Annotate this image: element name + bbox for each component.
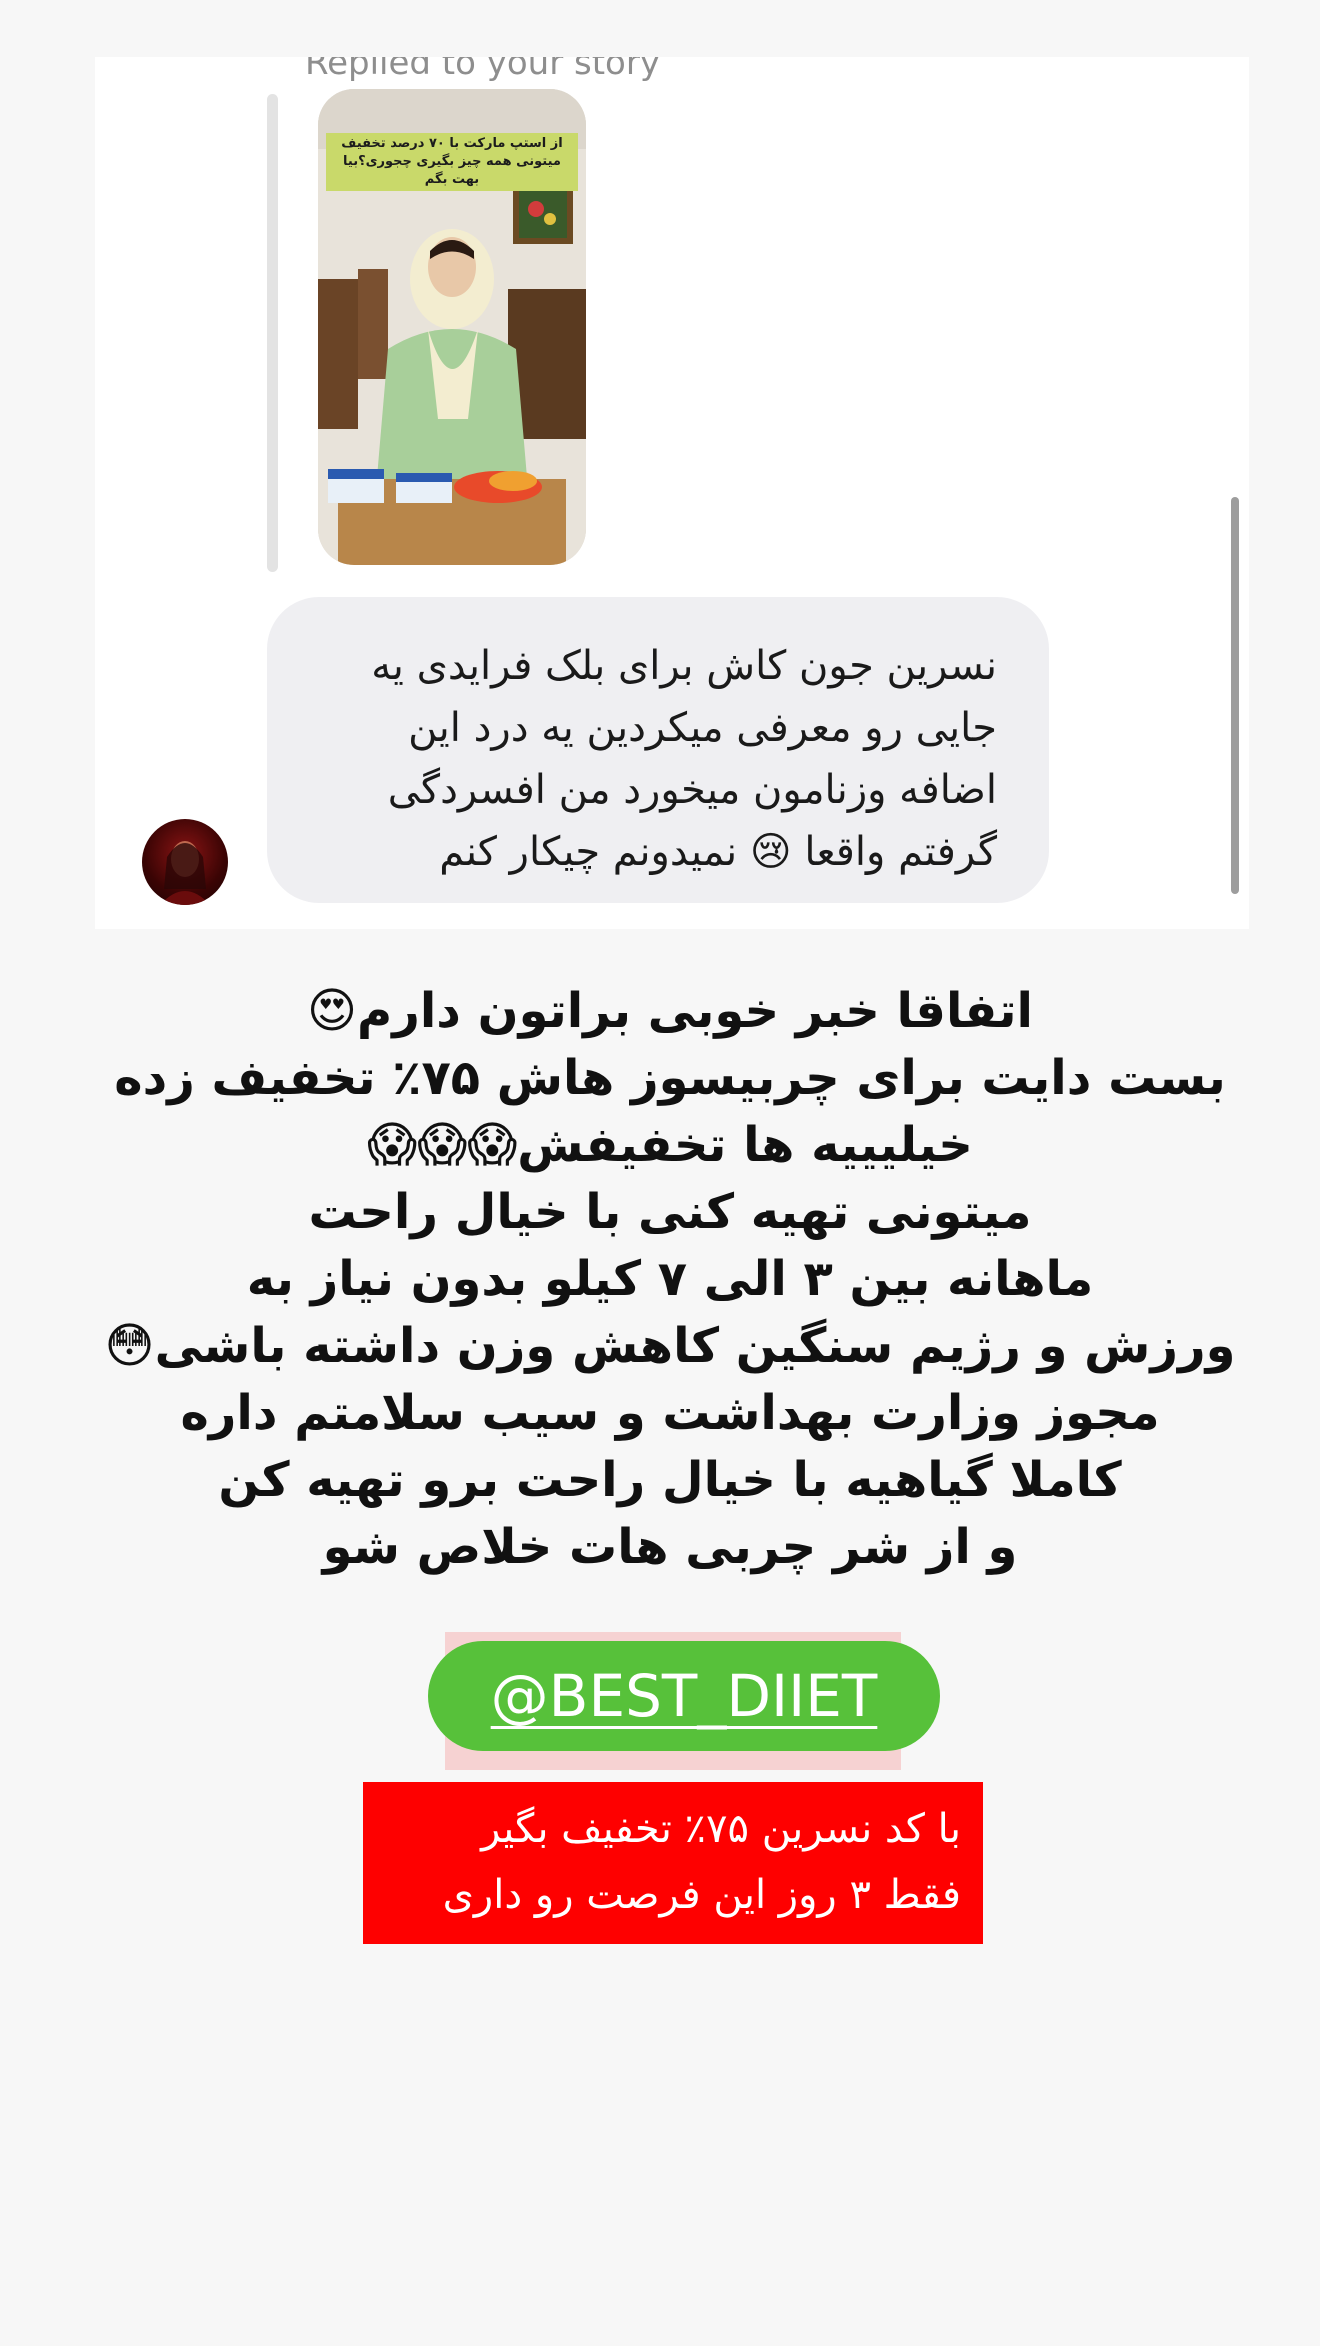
message-line: گرفتم واقعا 😢 نمیدونم چیکار کنم bbox=[439, 829, 997, 875]
story-thumbnail[interactable]: از استپ مارکت با ۷۰ درصد تخفیف میتونی هم… bbox=[318, 89, 586, 565]
story-page: Replied to your story از استپ مارکت با ۷… bbox=[0, 0, 1320, 2346]
promo-line: کاملا گیاهیه با خیال راحت برو تهیه کن bbox=[218, 1452, 1122, 1508]
discount-banner: با کد نسرین ۷۵٪ تخفیف بگیر فقط ۳ روز این… bbox=[363, 1782, 983, 1944]
message-line: اضافه وزنامون میخورد من افسردگی bbox=[387, 767, 997, 813]
mention-link-button[interactable]: @BEST_DIIET bbox=[428, 1641, 940, 1751]
replied-to-story-label: Replied to your story bbox=[305, 57, 660, 83]
message-line: جایی رو معرفی میکردین یه درد این bbox=[408, 705, 997, 751]
promo-line: میتونی تهیه کنی با خیال راحت bbox=[308, 1184, 1032, 1240]
scrollbar[interactable] bbox=[1231, 497, 1239, 894]
promo-line: ماهانه بین ۳ الی ۷ کیلو بدون نیاز به bbox=[246, 1251, 1094, 1307]
discount-line: با کد نسرین ۷۵٪ تخفیف بگیر bbox=[481, 1806, 961, 1852]
promo-line: مجوز وزارت بهداشت و سیب سلامتم داره bbox=[180, 1385, 1160, 1441]
dm-screenshot-card: Replied to your story از استپ مارکت با ۷… bbox=[95, 57, 1249, 929]
quote-bar bbox=[267, 94, 278, 572]
message-line: نسرین جون کاش برای بلک فرایدی یه bbox=[371, 643, 997, 689]
discount-line: فقط ۳ روز این فرصت رو داری bbox=[442, 1872, 961, 1918]
dm-message-bubble: نسرین جون کاش برای بلک فرایدی یه جایی رو… bbox=[267, 597, 1049, 903]
promo-line: ورزش و رژیم سنگین کاهش وزن داشته باشی😳 bbox=[104, 1318, 1236, 1374]
promo-text-block: اتفاقا خبر خوبی براتون دارم😍 بست دایت بر… bbox=[90, 978, 1250, 1581]
sender-avatar[interactable] bbox=[142, 819, 228, 905]
promo-line: بست دایت برای چربیسوز هاش ۷۵٪ تخفیف زده bbox=[114, 1050, 1226, 1106]
avatar-image bbox=[160, 841, 210, 905]
promo-line: خیلیییه ها تخفیفش😱😱😱 bbox=[367, 1117, 973, 1173]
story-overlay-text: از استپ مارکت با ۷۰ درصد تخفیف میتونی هم… bbox=[326, 133, 578, 191]
promo-line: و از شر چربی هات خلاص شو bbox=[322, 1519, 1018, 1575]
promo-line: اتفاقا خبر خوبی براتون دارم😍 bbox=[306, 983, 1034, 1039]
